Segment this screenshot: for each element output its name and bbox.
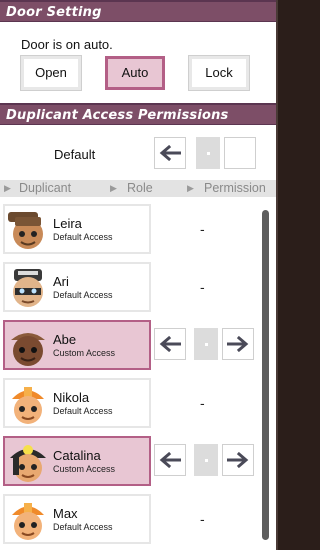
permission-dash: - [200,395,205,411]
default-center-button[interactable] [196,137,220,169]
center-dot-icon [206,151,210,155]
permission-right-button[interactable] [222,444,254,476]
sort-triangle-icon: ▶ [187,183,194,193]
duplicant-name: Nikola [53,390,90,405]
arrow-right-icon [227,452,249,468]
duplicant-card[interactable]: Abe Custom Access [3,320,151,370]
access-label: Custom Access [53,348,116,358]
arrow-left-icon [159,452,181,468]
access-permissions-title: Duplicant Access Permissions [0,103,276,125]
list-item: Max Default Access - [0,494,260,544]
duplicant-avatar-abe [11,333,45,366]
duplicant-card[interactable]: Leira Default Access [3,204,151,254]
duplicant-avatar-catalina [10,445,46,482]
default-left-button[interactable] [154,137,186,169]
duplicant-card[interactable]: Catalina Custom Access [3,436,151,486]
access-label: Default Access [53,522,113,532]
default-right-button[interactable] [224,137,256,169]
duplicant-name: Leira [53,216,82,231]
list-item: Nikola Default Access - [0,378,260,428]
door-setting-title: Door Setting [0,0,276,22]
open-button[interactable]: Open [21,56,81,90]
access-label: Default Access [53,290,113,300]
column-role[interactable]: Role [127,180,153,197]
default-permission-row: Default [0,125,276,180]
default-label: Default [54,147,96,162]
duplicant-avatar-nikola [12,387,44,424]
door-status-text: Door is on auto. [21,37,113,52]
duplicant-name: Max [53,506,78,521]
permission-center-button[interactable] [194,328,218,360]
access-label: Default Access [53,406,113,416]
duplicant-avatar-max [12,503,44,540]
list-item: Ari Default Access - [0,262,260,312]
lock-button[interactable]: Lock [189,56,249,90]
auto-button[interactable]: Auto [105,56,165,90]
center-dot-icon [204,342,208,346]
sort-triangle-icon: ▶ [110,183,117,193]
arrow-left-icon [159,336,181,352]
permission-dash: - [200,221,205,237]
arrow-left-icon [159,145,181,161]
column-header-row: ▶ Duplicant ▶ Role ▶ Permission [0,180,276,197]
access-label: Default Access [53,232,113,242]
permission-right-button[interactable] [222,328,254,360]
sort-triangle-icon: ▶ [4,183,11,193]
list-item: Catalina Custom Access [0,436,260,486]
duplicant-name: Catalina [53,448,101,463]
duplicant-card[interactable]: Ari Default Access [3,262,151,312]
duplicant-avatar-leira [8,212,43,249]
duplicant-avatar-ari [13,269,43,307]
permission-center-button[interactable] [194,444,218,476]
duplicant-name: Ari [53,274,69,289]
duplicant-list: Leira Default Access - Ari Default Acces… [0,199,276,550]
list-item: Abe Custom Access [0,320,260,370]
duplicant-card[interactable]: Nikola Default Access [3,378,151,428]
permission-left-button[interactable] [154,328,186,360]
arrow-right-icon [227,336,249,352]
center-dot-icon [204,458,208,462]
column-duplicant[interactable]: Duplicant [19,180,71,197]
duplicant-card[interactable]: Max Default Access [3,494,151,544]
door-mode-row: Open Auto Lock [0,56,276,103]
list-scrollbar[interactable] [262,210,269,540]
list-item: Leira Default Access - [0,204,260,254]
access-label: Custom Access [53,464,116,474]
permission-dash: - [200,511,205,527]
column-permission[interactable]: Permission [204,180,266,197]
permission-left-button[interactable] [154,444,186,476]
permission-dash: - [200,279,205,295]
duplicant-name: Abe [53,332,77,347]
door-panel: Door Setting Door is on auto. Open Auto … [0,0,278,550]
